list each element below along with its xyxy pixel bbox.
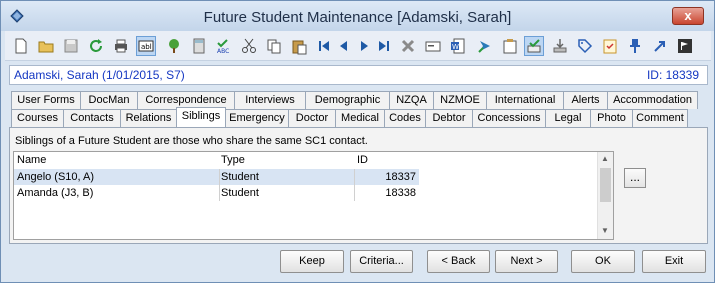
vertical-scrollbar[interactable]: ▲ ▼: [597, 152, 613, 239]
column-divider: [219, 169, 220, 185]
column-divider: [354, 185, 355, 201]
column-header-id[interactable]: ID: [357, 154, 368, 166]
siblings-grid[interactable]: Name Type ID Angelo (S10, A) Student 183…: [13, 151, 614, 240]
table-row[interactable]: Angelo (S10, A) Student 18337: [14, 169, 419, 185]
tab-medical[interactable]: Medical: [335, 109, 385, 127]
next-record-icon[interactable]: [354, 36, 374, 56]
window-title: Future Student Maintenance [Adamski, Sar…: [203, 9, 512, 26]
forward-icon[interactable]: [475, 36, 495, 56]
cell-id: 18338: [385, 187, 416, 199]
svg-text:abl: abl: [141, 43, 152, 51]
svg-text:ABC: ABC: [217, 48, 229, 55]
print-icon[interactable]: [111, 36, 131, 56]
tab-debtor[interactable]: Debtor: [425, 109, 473, 127]
tab-siblings[interactable]: Siblings: [176, 107, 226, 127]
arrow-icon[interactable]: [650, 36, 670, 56]
main-window: Future Student Maintenance [Adamski, Sar…: [0, 0, 715, 283]
tab-legal[interactable]: Legal: [545, 109, 591, 127]
approve-icon[interactable]: [524, 36, 544, 56]
column-header-name[interactable]: Name: [17, 154, 46, 166]
tag-icon[interactable]: [575, 36, 595, 56]
cell-id: 18337: [385, 171, 416, 183]
tab-codes[interactable]: Codes: [384, 109, 426, 127]
table-row[interactable]: Amanda (J3, B) Student 18338: [14, 185, 419, 201]
first-record-icon[interactable]: [314, 36, 334, 56]
refresh-icon[interactable]: [86, 36, 106, 56]
tab-nzmoe[interactable]: NZMOE: [433, 91, 487, 109]
scroll-thumb[interactable]: [600, 168, 611, 202]
siblings-info-text: Siblings of a Future Student are those w…: [15, 135, 368, 147]
tree-icon[interactable]: [164, 36, 184, 56]
tab-demographic[interactable]: Demographic: [305, 91, 390, 109]
scroll-down-icon[interactable]: ▼: [601, 226, 609, 235]
paste-icon[interactable]: [289, 36, 309, 56]
spellcheck-icon[interactable]: ABC: [214, 36, 234, 56]
pin-icon[interactable]: [625, 36, 645, 56]
cell-name: Angelo (S10, A): [17, 171, 95, 183]
grid-header: Name Type ID: [14, 152, 599, 168]
tab-emergency[interactable]: Emergency: [225, 109, 289, 127]
cell-name: Amanda (J3, B): [17, 187, 94, 199]
tab-row-2: Courses Contacts Relations Siblings Emer…: [11, 107, 688, 127]
previous-record-icon[interactable]: [334, 36, 354, 56]
svg-text:W: W: [452, 43, 459, 51]
save-icon[interactable]: [61, 36, 81, 56]
tab-contacts[interactable]: Contacts: [63, 109, 121, 127]
text-field-icon[interactable]: abl: [136, 36, 156, 56]
column-divider: [219, 185, 220, 201]
column-divider: [354, 169, 355, 185]
ellipsis-button[interactable]: ...: [624, 168, 646, 188]
open-folder-icon[interactable]: [36, 36, 56, 56]
back-button[interactable]: < Back: [427, 250, 490, 273]
tab-concessions[interactable]: Concessions: [472, 109, 546, 127]
tab-interviews[interactable]: Interviews: [234, 91, 306, 109]
tab-international[interactable]: International: [486, 91, 564, 109]
scroll-up-icon[interactable]: ▲: [601, 154, 609, 163]
tab-accommodation[interactable]: Accommodation: [607, 91, 698, 109]
student-header-bar: Adamski, Sarah (1/01/2015, S7) ID: 18339: [9, 65, 708, 85]
calculator-icon[interactable]: [189, 36, 209, 56]
tab-doctor[interactable]: Doctor: [288, 109, 336, 127]
criteria-button[interactable]: Criteria...: [350, 250, 413, 273]
cell-type: Student: [221, 187, 259, 199]
exit-button[interactable]: Exit: [642, 250, 706, 273]
student-id: ID: 18339: [646, 68, 699, 82]
title-bar: Future Student Maintenance [Adamski, Sar…: [1, 1, 714, 31]
tab-nzqa[interactable]: NZQA: [389, 91, 434, 109]
tab-relations[interactable]: Relations: [120, 109, 177, 127]
tab-comment[interactable]: Comment: [632, 109, 688, 127]
tab-user-forms[interactable]: User Forms: [11, 91, 81, 109]
copy-icon[interactable]: [264, 36, 284, 56]
word-export-icon[interactable]: W: [448, 36, 468, 56]
student-summary: Adamski, Sarah (1/01/2015, S7): [14, 68, 185, 82]
ok-button[interactable]: OK: [571, 250, 635, 273]
delete-icon[interactable]: [398, 36, 418, 56]
cell-type: Student: [221, 171, 259, 183]
checklist-icon[interactable]: [600, 36, 620, 56]
keep-button[interactable]: Keep: [280, 250, 344, 273]
column-header-type[interactable]: Type: [221, 154, 245, 166]
tab-courses[interactable]: Courses: [11, 109, 64, 127]
tab-docman[interactable]: DocMan: [80, 91, 138, 109]
tab-row-1: User Forms DocMan Correspondence Intervi…: [11, 91, 698, 109]
flag-icon[interactable]: [675, 36, 695, 56]
new-document-icon[interactable]: [11, 36, 31, 56]
card-icon[interactable]: [423, 36, 443, 56]
tab-alerts[interactable]: Alerts: [563, 91, 608, 109]
next-button[interactable]: Next >: [495, 250, 558, 273]
close-button[interactable]: x: [672, 7, 704, 25]
clipboard-icon[interactable]: [500, 36, 520, 56]
tab-photo[interactable]: Photo: [590, 109, 633, 127]
download-icon[interactable]: [550, 36, 570, 56]
cut-icon[interactable]: [239, 36, 259, 56]
last-record-icon[interactable]: [374, 36, 394, 56]
toolbar: abl ABC W: [5, 31, 711, 61]
